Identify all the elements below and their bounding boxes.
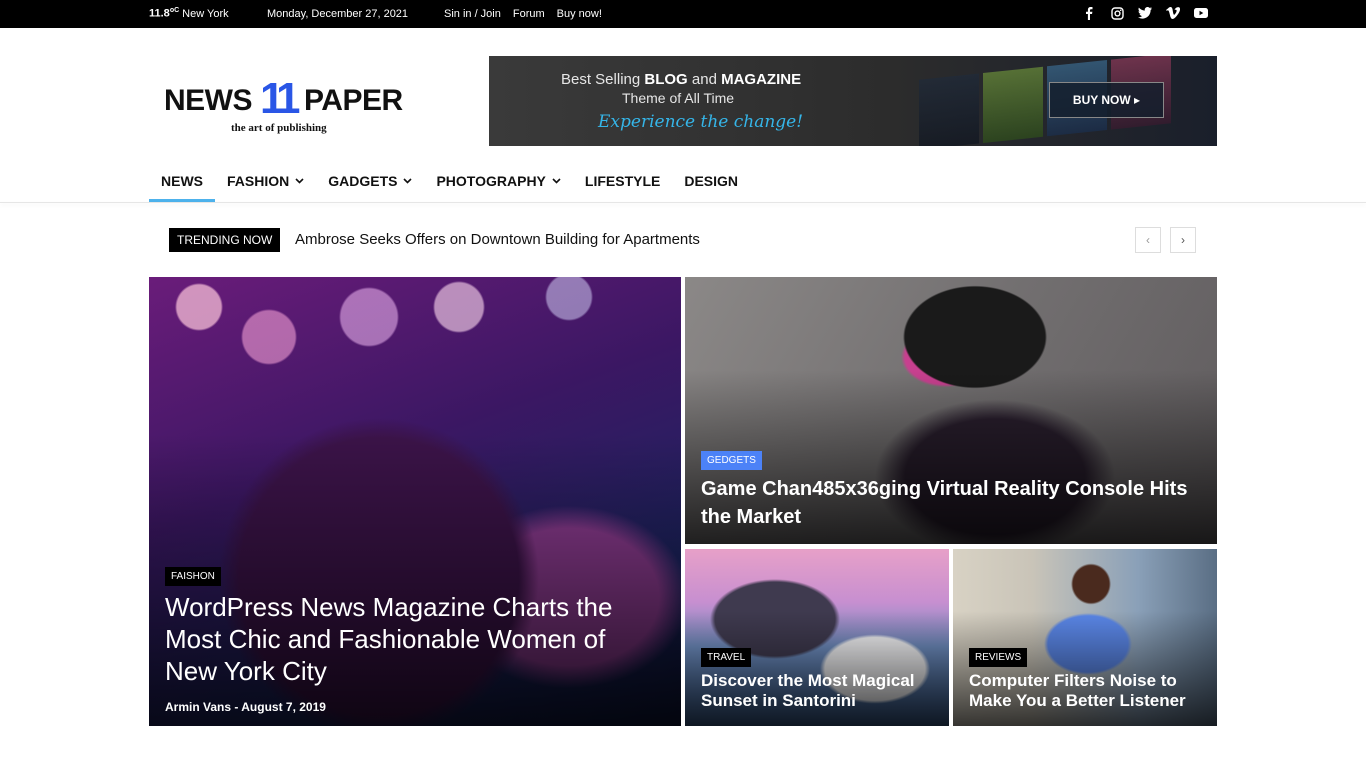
- nav-item-label: GADGETS: [328, 173, 398, 189]
- banner-line-2: Theme of All Time: [622, 90, 735, 106]
- featured-post-main[interactable]: FAISHON WordPress News Magazine Charts t…: [149, 277, 681, 726]
- chevron-down-icon: [552, 176, 561, 187]
- featured-post-4[interactable]: REVIEWS Computer Filters Noise to Make Y…: [953, 549, 1217, 726]
- top-links: Sin in / Join Forum Buy now!: [444, 8, 602, 20]
- post-meta: Armin Vans - August 7, 2019: [165, 700, 326, 714]
- trending-badge: TRENDING NOW: [169, 228, 281, 252]
- weather-city: New York: [182, 7, 229, 20]
- nav-item-label: LIFESTYLE: [584, 173, 661, 189]
- post-title[interactable]: Discover the Most Magical Sunset in Sant…: [701, 671, 941, 711]
- nav-item-gadgets[interactable]: GADGETS: [316, 160, 424, 202]
- current-date: Monday, December 27, 2021: [267, 8, 409, 20]
- top-bar: 11.8oC New York Monday, December 27, 2021…: [0, 0, 1366, 28]
- forum-link[interactable]: Forum: [513, 8, 545, 20]
- weather-widget: 11.8oC New York: [149, 7, 229, 20]
- trending-next-button[interactable]: ›: [1170, 227, 1196, 253]
- post-title[interactable]: Game Chan485x36ging Virtual Reality Cons…: [701, 475, 1201, 531]
- post-category-badge[interactable]: REVIEWS: [969, 648, 1028, 667]
- twitter-icon[interactable]: [1138, 6, 1152, 20]
- temperature: 11.8: [149, 7, 170, 20]
- nav-item-label: PHOTOGRAPHY: [436, 173, 546, 189]
- banner-blog: BLOG: [644, 71, 688, 88]
- social-links: [1082, 6, 1208, 20]
- banner-line-1-mid: and: [687, 71, 722, 88]
- chevron-down-icon: [403, 176, 413, 187]
- featured-post-2[interactable]: GEDGETS Game Chan485x36ging Virtual Real…: [685, 277, 1217, 544]
- banner-line-1-pre: Best Selling: [561, 71, 645, 88]
- banner-magazine: MAGAZINE: [721, 71, 802, 88]
- post-title[interactable]: Computer Filters Noise to Make You a Bet…: [969, 671, 1209, 711]
- banner-buy-now-button[interactable]: BUY NOW ▸: [1049, 82, 1164, 118]
- instagram-icon[interactable]: [1110, 6, 1124, 20]
- logo-number: 11: [260, 74, 300, 123]
- vimeo-icon[interactable]: [1166, 6, 1180, 20]
- youtube-icon[interactable]: [1194, 6, 1208, 20]
- chevron-left-icon: ‹: [1146, 233, 1150, 247]
- buy-now-link[interactable]: Buy now!: [557, 8, 602, 20]
- chevron-right-icon: ›: [1181, 233, 1185, 247]
- header-ad-banner[interactable]: Best Selling BLOG and MAGAZINE Theme of …: [489, 56, 1217, 146]
- post-category-badge[interactable]: FAISHON: [165, 567, 221, 586]
- nav-item-label: NEWS: [161, 173, 203, 189]
- post-category-badge[interactable]: TRAVEL: [701, 648, 752, 667]
- post-category-badge[interactable]: GEDGETS: [701, 451, 762, 470]
- logo-word-news: NEWS: [164, 84, 253, 117]
- main-nav: NEWS FASHION GADGETS PHOTOGRAPHY LIFESTY…: [149, 160, 750, 202]
- logo-tagline: the art of publishing: [231, 122, 327, 134]
- nav-item-design[interactable]: DESIGN: [672, 160, 750, 202]
- facebook-icon[interactable]: [1082, 6, 1096, 20]
- banner-line-1: Best Selling BLOG and MAGAZINE: [561, 71, 801, 88]
- chevron-down-icon: [295, 176, 304, 187]
- nav-item-label: FASHION: [227, 173, 290, 189]
- logo-word-paper: PAPER: [304, 84, 403, 117]
- nav-item-lifestyle[interactable]: LIFESTYLE: [573, 160, 672, 202]
- signin-link[interactable]: Sin in / Join: [444, 8, 501, 20]
- nav-item-photography[interactable]: PHOTOGRAPHY: [424, 160, 572, 202]
- nav-item-fashion[interactable]: FASHION: [215, 160, 316, 202]
- post-title[interactable]: WordPress News Magazine Charts the Most …: [165, 591, 635, 687]
- nav-divider: [0, 202, 1366, 203]
- trending-prev-button[interactable]: ‹: [1135, 227, 1161, 253]
- featured-post-3[interactable]: TRAVEL Discover the Most Magical Sunset …: [685, 549, 949, 726]
- site-logo[interactable]: NEWS 11 PAPER the art of publishing: [164, 74, 414, 138]
- nav-item-label: DESIGN: [684, 173, 739, 189]
- banner-slogan: Experience the change!: [598, 112, 804, 132]
- temperature-unit: oC: [169, 7, 180, 14]
- nav-item-news[interactable]: NEWS: [149, 160, 215, 202]
- trending-headline[interactable]: Ambrose Seeks Offers on Downtown Buildin…: [295, 231, 700, 248]
